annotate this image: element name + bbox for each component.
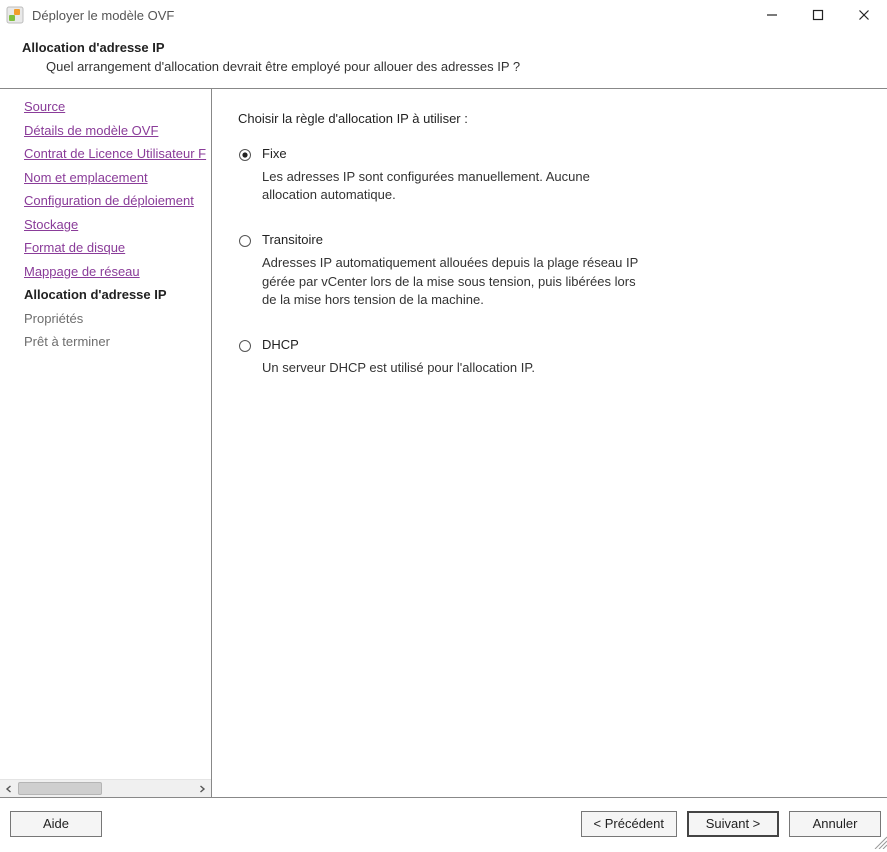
next-button[interactable]: Suivant > xyxy=(687,811,779,837)
maximize-button[interactable] xyxy=(795,0,841,30)
scroll-left-arrow[interactable] xyxy=(0,780,18,798)
cancel-button[interactable]: Annuler xyxy=(789,811,881,837)
step-config[interactable]: Configuration de déploiement xyxy=(0,189,211,213)
step-diskfmt[interactable]: Format de disque xyxy=(0,236,211,260)
step-netmap[interactable]: Mappage de réseau xyxy=(0,260,211,284)
wizard-body: Source Détails de modèle OVF Contrat de … xyxy=(0,88,887,797)
wizard-footer: Aide < Précédent Suivant > Annuler xyxy=(0,797,887,849)
page-subtitle: Quel arrangement d'allocation devrait êt… xyxy=(22,59,867,74)
wizard-steps-list: Source Détails de modèle OVF Contrat de … xyxy=(0,89,211,779)
back-button[interactable]: < Précédent xyxy=(581,811,677,837)
radio-label-fixe: Fixe xyxy=(262,146,287,161)
steps-h-scrollbar[interactable] xyxy=(0,779,211,797)
page-title: Allocation d'adresse IP xyxy=(22,40,867,55)
step-eula[interactable]: Contrat de Licence Utilisateur F xyxy=(0,142,211,166)
title-bar: Déployer le modèle OVF xyxy=(0,0,887,30)
ip-allocation-panel: Choisir la règle d'allocation IP à utili… xyxy=(212,89,887,797)
allocation-prompt: Choisir la règle d'allocation IP à utili… xyxy=(238,111,869,126)
step-source[interactable]: Source xyxy=(0,95,211,119)
radio-option-transitoire[interactable]: Transitoire xyxy=(238,232,869,248)
step-name[interactable]: Nom et emplacement xyxy=(0,166,211,190)
step-props: Propriétés xyxy=(0,307,211,331)
step-details[interactable]: Détails de modèle OVF xyxy=(0,119,211,143)
wizard-steps-pane: Source Détails de modèle OVF Contrat de … xyxy=(0,89,212,797)
window-controls xyxy=(749,0,887,30)
window-title: Déployer le modèle OVF xyxy=(32,8,749,23)
radio-desc-transitoire: Adresses IP automatiquement allouées dep… xyxy=(262,254,642,309)
resize-grip-icon[interactable] xyxy=(871,833,887,849)
step-storage[interactable]: Stockage xyxy=(0,213,211,237)
radio-label-dhcp: DHCP xyxy=(262,337,299,352)
radio-dot-icon xyxy=(238,148,252,162)
minimize-button[interactable] xyxy=(749,0,795,30)
radio-option-fixe[interactable]: Fixe xyxy=(238,146,869,162)
radio-option-dhcp[interactable]: DHCP xyxy=(238,337,869,353)
close-button[interactable] xyxy=(841,0,887,30)
scroll-track[interactable] xyxy=(18,780,193,798)
radio-dot-icon xyxy=(238,339,252,353)
radio-dot-icon xyxy=(238,234,252,248)
radio-desc-fixe: Les adresses IP sont configurées manuell… xyxy=(262,168,642,204)
help-button[interactable]: Aide xyxy=(10,811,102,837)
radio-label-transitoire: Transitoire xyxy=(262,232,323,247)
radio-desc-dhcp: Un serveur DHCP est utilisé pour l'alloc… xyxy=(262,359,642,377)
step-ready: Prêt à terminer xyxy=(0,330,211,354)
wizard-header: Allocation d'adresse IP Quel arrangement… xyxy=(0,30,887,88)
step-ipalloc[interactable]: Allocation d'adresse IP xyxy=(0,283,211,307)
app-icon xyxy=(6,6,24,24)
scroll-right-arrow[interactable] xyxy=(193,780,211,798)
scroll-thumb[interactable] xyxy=(18,782,102,795)
